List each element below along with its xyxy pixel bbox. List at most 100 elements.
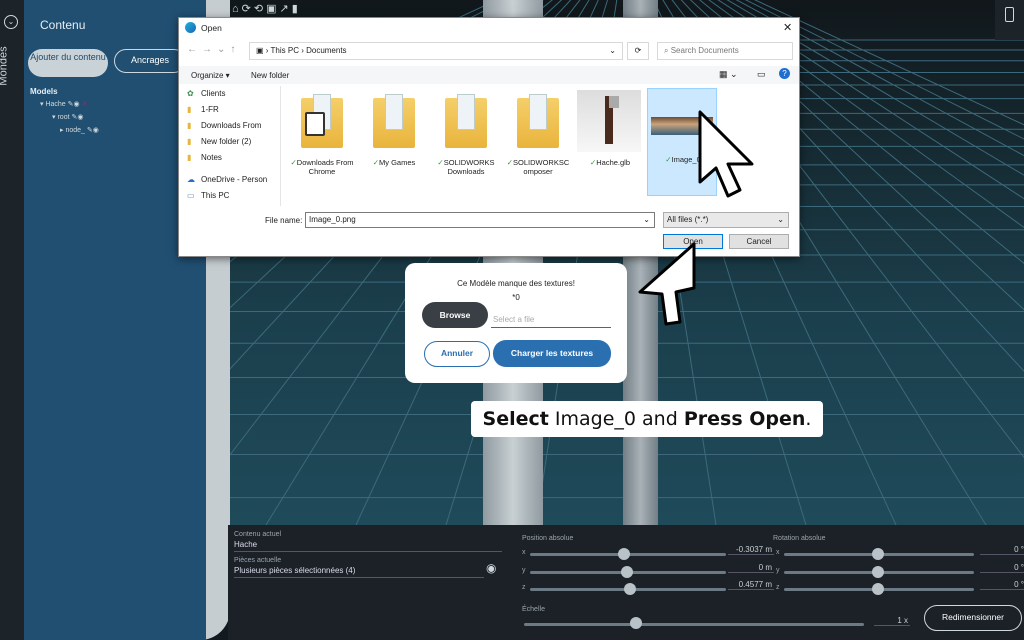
phone-icon-area[interactable] — [995, 0, 1024, 40]
filename-input[interactable]: Image_0.png ⌄ — [305, 212, 655, 228]
resize-button[interactable]: Redimensionner — [924, 605, 1022, 631]
visibility-eye-icon[interactable]: ◉ — [486, 561, 496, 575]
folder-icon: ▮ — [187, 121, 192, 130]
add-content-button[interactable]: Ajouter du contenu — [28, 49, 108, 77]
tree-item-hache[interactable]: ▾ Hache ✎◉ ✕ — [40, 100, 87, 108]
phone-icon[interactable] — [1005, 7, 1014, 22]
pos-value: 0.4577 — [738, 580, 764, 589]
scale-knob[interactable] — [630, 617, 642, 629]
organize-button[interactable]: Organize ▾ — [191, 71, 230, 80]
scale-unit: x — [904, 616, 908, 625]
nav-item-label: Clients — [201, 89, 226, 98]
rot-field-x[interactable]: 0 ° — [980, 545, 1024, 555]
nav-item-label: Downloads From — [201, 121, 262, 130]
chevron-down-icon[interactable]: ⌄ — [643, 213, 650, 227]
eye-icon[interactable]: ✎◉ — [87, 127, 99, 134]
address-bar[interactable]: ▣ › This PC › Documents ⌄ — [249, 42, 623, 60]
nav-item[interactable]: ☁ OneDrive - Person — [179, 172, 280, 188]
help-icon[interactable]: ? — [779, 68, 790, 79]
preview-pane-icon[interactable]: ▭ — [757, 69, 766, 80]
file-name-text: My Games — [379, 158, 416, 167]
search-input[interactable]: ⌕ Search Documents — [657, 42, 793, 60]
cursor-pointer-icon — [698, 110, 754, 198]
folder-icon: ▮ — [187, 105, 192, 114]
scale-slider[interactable] — [524, 623, 864, 626]
file-item[interactable]: ✓SOLIDWORKSC omposer — [503, 88, 573, 196]
folder-icon: ▮ — [187, 137, 192, 146]
navigation-pane[interactable]: ✿ Clients ▮ 1-FR ▮ Downloads From ▮ New folder … — [179, 86, 281, 206]
nav-item[interactable]: ▮ New folder (2) — [179, 134, 280, 150]
tree-item-root[interactable]: ▾ root ✎◉ — [52, 113, 83, 121]
file-item[interactable]: ✓SOLIDWORKS Downloads — [431, 88, 501, 196]
nav-item[interactable]: ▮ 1-FR — [179, 102, 280, 118]
tree-item-node[interactable]: ▸ node_ ✎◉ — [60, 126, 99, 134]
close-icon[interactable]: ✕ — [82, 101, 88, 108]
scale-label: Échelle — [522, 606, 545, 613]
rot-field-z[interactable]: 0 ° — [980, 580, 1024, 590]
file-item[interactable]: ✓Downloads From Chrome — [287, 88, 357, 196]
rot-field-y[interactable]: 0 ° — [980, 563, 1024, 573]
texture-count: *0 — [512, 293, 520, 302]
caption-text: . — [805, 408, 812, 430]
file-name: ✓Downloads From Chrome — [289, 158, 355, 176]
browse-button[interactable]: Browse — [422, 302, 488, 328]
properties-panel: Contenu actuel Hache Pièces actuelle Plu… — [228, 525, 1024, 640]
file-input[interactable]: Select a file — [491, 315, 611, 328]
caption-text: Image_0 and — [548, 408, 684, 430]
file-name-text: SOLIDWORKS Downloads — [443, 158, 495, 176]
rot-knob-y[interactable] — [872, 566, 884, 578]
model-thumbnail — [577, 90, 641, 152]
eye-icon[interactable]: ✎◉ — [71, 114, 83, 121]
tree-label: Hache — [45, 101, 66, 108]
rot-knob-z[interactable] — [872, 583, 884, 595]
view-icon[interactable]: ▦ ⌄ — [719, 69, 738, 80]
file-name-text: Hache.glb — [596, 158, 631, 167]
nav-item[interactable]: ▮ Downloads From — [179, 118, 280, 134]
pos-axis-x: x — [522, 549, 526, 556]
anchors-button[interactable]: Ancrages — [114, 49, 186, 73]
file-name-text: SOLIDWORKSC omposer — [513, 158, 570, 176]
pos-unit: m — [765, 580, 772, 589]
close-icon[interactable]: ✕ — [783, 21, 792, 34]
nav-item[interactable]: ▮ Notes — [179, 150, 280, 166]
rot-knob-x[interactable] — [872, 548, 884, 560]
file-item[interactable]: ✓My Games — [359, 88, 429, 196]
pos-field-y[interactable]: 0 m — [728, 563, 774, 573]
load-textures-button[interactable]: Charger les textures — [493, 340, 611, 367]
viewport-toolbar[interactable]: ⌂⟳⟲▣↗▮ — [232, 2, 342, 16]
nav-item-label: New folder (2) — [201, 137, 252, 146]
refresh-button[interactable]: ⟳ — [627, 42, 649, 60]
pos-knob-y[interactable] — [621, 566, 633, 578]
caption-bold: Press Open — [683, 408, 806, 430]
file-type-value: All files (*.*) — [667, 215, 709, 224]
file-type-select[interactable]: All files (*.*) ⌄ — [663, 212, 789, 228]
pos-field-x[interactable]: -0.3037 m — [728, 545, 774, 555]
cancel-textures-button[interactable]: Annuler — [424, 341, 490, 367]
breadcrumb-this-pc[interactable]: This PC — [271, 46, 299, 55]
folder-icon: ☁ — [187, 175, 195, 184]
cancel-button[interactable]: Cancel — [729, 234, 789, 249]
scale-field[interactable]: 1 x — [874, 616, 910, 626]
file-name: ✓SOLIDWORKS Downloads — [433, 158, 499, 176]
folder-icon: ✿ — [187, 89, 194, 98]
nav-arrows[interactable]: ←→⌄↑ — [187, 44, 240, 55]
file-item[interactable]: ✓Hache.glb — [575, 88, 645, 196]
breadcrumb-documents[interactable]: Documents — [306, 46, 346, 55]
pos-knob-x[interactable] — [618, 548, 630, 560]
folder-icon: ▭ — [187, 191, 195, 200]
pos-knob-z[interactable] — [624, 583, 636, 595]
dialog-title: Open — [201, 23, 222, 33]
chevron-down-icon[interactable]: ⌄ — [609, 43, 616, 59]
nav-item[interactable]: ✿ Clients — [179, 86, 280, 102]
new-folder-button[interactable]: New folder — [251, 71, 289, 80]
rail-label[interactable]: Mondes — [0, 46, 10, 85]
pos-field-z[interactable]: 0.4577 m — [728, 580, 774, 590]
missing-textures-popup: Ce Modèle manque des textures! *0 Browse… — [405, 263, 627, 383]
chevron-down-circle-icon[interactable]: ⌄ — [4, 15, 18, 29]
sidebar-title: Contenu — [40, 18, 86, 32]
tree-label: root — [57, 114, 70, 121]
eye-icon[interactable]: ✎◉ — [68, 101, 80, 108]
nav-item[interactable]: ▭ This PC — [179, 188, 280, 204]
document-icon — [385, 94, 403, 130]
file-name: ✓My Games — [361, 158, 427, 167]
